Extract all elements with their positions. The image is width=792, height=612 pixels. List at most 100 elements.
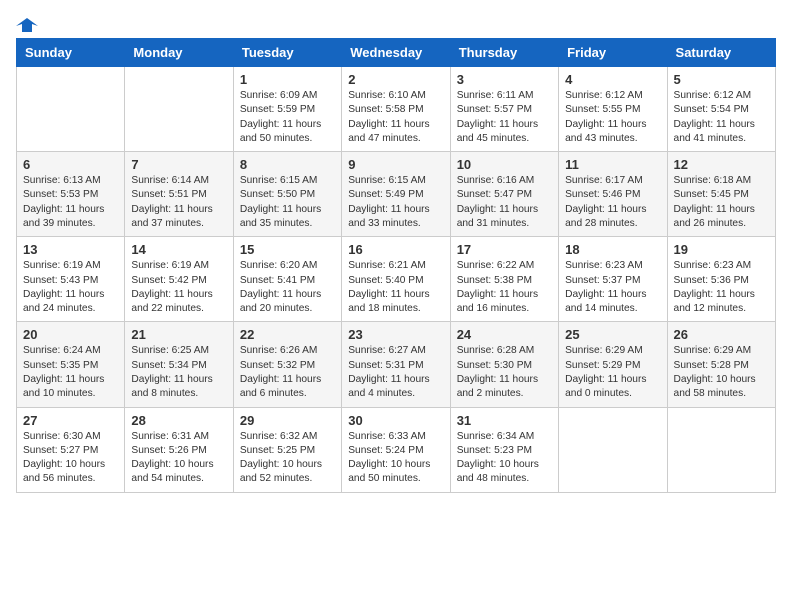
calendar-cell: 22Sunrise: 6:26 AMSunset: 5:32 PMDayligh… — [233, 322, 341, 407]
day-number: 26 — [674, 327, 769, 342]
calendar-cell: 16Sunrise: 6:21 AMSunset: 5:40 PMDayligh… — [342, 237, 450, 322]
day-info: Sunrise: 6:15 AMSunset: 5:49 PMDaylight:… — [348, 174, 443, 231]
day-number: 25 — [565, 327, 660, 342]
calendar-cell: 8Sunrise: 6:15 AMSunset: 5:50 PMDaylight… — [233, 152, 341, 237]
day-info: Sunrise: 6:29 AMSunset: 5:29 PMDaylight:… — [565, 344, 660, 401]
day-info: Sunrise: 6:33 AMSunset: 5:24 PMDaylight:… — [348, 430, 443, 487]
day-info: Sunrise: 6:16 AMSunset: 5:47 PMDaylight:… — [457, 174, 552, 231]
day-info: Sunrise: 6:29 AMSunset: 5:28 PMDaylight:… — [674, 344, 769, 401]
calendar-cell — [559, 407, 667, 492]
day-number: 12 — [674, 157, 769, 172]
day-info: Sunrise: 6:19 AMSunset: 5:43 PMDaylight:… — [23, 259, 118, 316]
calendar-cell: 7 Sunrise: 6:14 AMSunset: 5:51 PMDaylight… — [125, 152, 233, 237]
weekday-header-row: SundayMondayTuesdayWednesdayThursdayFrid… — [17, 39, 776, 67]
day-info: Sunrise: 6:25 AMSunset: 5:34 PMDaylight:… — [131, 344, 226, 401]
calendar-cell: 23 Sunrise: 6:27 AMSunset: 5:31 PMDayligh… — [342, 322, 450, 407]
day-number: 21 — [131, 327, 226, 342]
day-info: Sunrise: 6:12 AMSunset: 5:55 PMDaylight:… — [565, 89, 660, 146]
day-number: 20 — [23, 327, 118, 342]
calendar-cell: 10 Sunrise: 6:16 AMSunset: 5:47 PMDayligh… — [450, 152, 558, 237]
calendar-week-row: 27 Sunrise: 6:30 AMSunset: 5:27 PMDayligh… — [17, 407, 776, 492]
calendar-cell: 2 Sunrise: 6:10 AMSunset: 5:58 PMDaylight… — [342, 67, 450, 152]
day-info: Sunrise: 6:10 AMSunset: 5:58 PMDaylight:… — [348, 89, 443, 146]
day-info: Sunrise: 6:30 AMSunset: 5:27 PMDaylight:… — [23, 430, 118, 487]
logo — [16, 16, 38, 30]
day-number: 6 — [23, 157, 118, 172]
day-info: Sunrise: 6:34 AMSunset: 5:23 PMDaylight:… — [457, 430, 552, 487]
day-number: 15 — [240, 242, 335, 257]
day-info: Sunrise: 6:32 AMSunset: 5:25 PMDaylight:… — [240, 430, 335, 487]
day-info: Sunrise: 6:14 AMSunset: 5:51 PMDaylight:… — [131, 174, 226, 231]
calendar-cell: 1 Sunrise: 6:09 AMSunset: 5:59 PMDaylight… — [233, 67, 341, 152]
calendar-cell: 14 Sunrise: 6:19 AMSunset: 5:42 PMDayligh… — [125, 237, 233, 322]
calendar-cell: 20 Sunrise: 6:24 AMSunset: 5:35 PMDayligh… — [17, 322, 125, 407]
calendar-cell: 19 Sunrise: 6:23 AMSunset: 5:36 PMDayligh… — [667, 237, 775, 322]
day-info: Sunrise: 6:23 AMSunset: 5:36 PMDaylight:… — [674, 259, 769, 316]
day-info: Sunrise: 6:18 AMSunset: 5:45 PMDaylight:… — [674, 174, 769, 231]
day-number: 22 — [240, 327, 335, 342]
calendar-cell: 17 Sunrise: 6:22 AMSunset: 5:38 PMDayligh… — [450, 237, 558, 322]
day-info: Sunrise: 6:27 AMSunset: 5:31 PMDaylight:… — [348, 344, 443, 401]
day-number: 24 — [457, 327, 552, 342]
calendar-cell: 3 Sunrise: 6:11 AMSunset: 5:57 PMDaylight… — [450, 67, 558, 152]
calendar-week-row: 13Sunrise: 6:19 AMSunset: 5:43 PMDayligh… — [17, 237, 776, 322]
day-info: Sunrise: 6:19 AMSunset: 5:42 PMDaylight:… — [131, 259, 226, 316]
calendar-cell: 29 Sunrise: 6:32 AMSunset: 5:25 PMDayligh… — [233, 407, 341, 492]
weekday-header-saturday: Saturday — [667, 39, 775, 67]
day-info: Sunrise: 6:17 AMSunset: 5:46 PMDaylight:… — [565, 174, 660, 231]
calendar-cell: 31Sunrise: 6:34 AMSunset: 5:23 PMDayligh… — [450, 407, 558, 492]
day-number: 11 — [565, 157, 660, 172]
calendar-cell: 15 Sunrise: 6:20 AMSunset: 5:41 PMDayligh… — [233, 237, 341, 322]
day-number: 10 — [457, 157, 552, 172]
calendar-cell — [667, 407, 775, 492]
day-number: 4 — [565, 72, 660, 87]
day-number: 7 — [131, 157, 226, 172]
day-info: Sunrise: 6:09 AMSunset: 5:59 PMDaylight:… — [240, 89, 335, 146]
calendar-cell: 13Sunrise: 6:19 AMSunset: 5:43 PMDayligh… — [17, 237, 125, 322]
calendar-cell: 26 Sunrise: 6:29 AMSunset: 5:28 PMDayligh… — [667, 322, 775, 407]
day-number: 29 — [240, 413, 335, 428]
calendar-cell: 25 Sunrise: 6:29 AMSunset: 5:29 PMDayligh… — [559, 322, 667, 407]
calendar-cell: 11 Sunrise: 6:17 AMSunset: 5:46 PMDayligh… — [559, 152, 667, 237]
day-number: 5 — [674, 72, 769, 87]
calendar-table: SundayMondayTuesdayWednesdayThursdayFrid… — [16, 38, 776, 493]
page-header — [16, 16, 776, 30]
day-number: 17 — [457, 242, 552, 257]
logo-bird-icon — [16, 16, 38, 34]
day-info: Sunrise: 6:22 AMSunset: 5:38 PMDaylight:… — [457, 259, 552, 316]
weekday-header-sunday: Sunday — [17, 39, 125, 67]
weekday-header-monday: Monday — [125, 39, 233, 67]
calendar-cell: 27 Sunrise: 6:30 AMSunset: 5:27 PMDayligh… — [17, 407, 125, 492]
calendar-cell: 12 Sunrise: 6:18 AMSunset: 5:45 PMDayligh… — [667, 152, 775, 237]
day-info: Sunrise: 6:13 AMSunset: 5:53 PMDaylight:… — [23, 174, 118, 231]
calendar-cell: 9Sunrise: 6:15 AMSunset: 5:49 PMDaylight… — [342, 152, 450, 237]
calendar-cell: 5 Sunrise: 6:12 AMSunset: 5:54 PMDaylight… — [667, 67, 775, 152]
day-info: Sunrise: 6:24 AMSunset: 5:35 PMDaylight:… — [23, 344, 118, 401]
day-info: Sunrise: 6:23 AMSunset: 5:37 PMDaylight:… — [565, 259, 660, 316]
calendar-cell: 4 Sunrise: 6:12 AMSunset: 5:55 PMDaylight… — [559, 67, 667, 152]
day-info: Sunrise: 6:20 AMSunset: 5:41 PMDaylight:… — [240, 259, 335, 316]
calendar-cell: 24Sunrise: 6:28 AMSunset: 5:30 PMDayligh… — [450, 322, 558, 407]
day-number: 14 — [131, 242, 226, 257]
day-info: Sunrise: 6:11 AMSunset: 5:57 PMDaylight:… — [457, 89, 552, 146]
day-number: 2 — [348, 72, 443, 87]
day-number: 3 — [457, 72, 552, 87]
weekday-header-friday: Friday — [559, 39, 667, 67]
day-number: 27 — [23, 413, 118, 428]
calendar-cell: 21 Sunrise: 6:25 AMSunset: 5:34 PMDayligh… — [125, 322, 233, 407]
day-number: 18 — [565, 242, 660, 257]
calendar-cell — [125, 67, 233, 152]
day-number: 23 — [348, 327, 443, 342]
day-number: 8 — [240, 157, 335, 172]
calendar-cell: 28Sunrise: 6:31 AMSunset: 5:26 PMDayligh… — [125, 407, 233, 492]
calendar-cell: 30 Sunrise: 6:33 AMSunset: 5:24 PMDayligh… — [342, 407, 450, 492]
day-number: 1 — [240, 72, 335, 87]
day-number: 19 — [674, 242, 769, 257]
day-info: Sunrise: 6:12 AMSunset: 5:54 PMDaylight:… — [674, 89, 769, 146]
calendar-cell: 18 Sunrise: 6:23 AMSunset: 5:37 PMDayligh… — [559, 237, 667, 322]
weekday-header-tuesday: Tuesday — [233, 39, 341, 67]
calendar-week-row: 1 Sunrise: 6:09 AMSunset: 5:59 PMDaylight… — [17, 67, 776, 152]
day-number: 30 — [348, 413, 443, 428]
calendar-week-row: 20 Sunrise: 6:24 AMSunset: 5:35 PMDayligh… — [17, 322, 776, 407]
calendar-cell: 6 Sunrise: 6:13 AMSunset: 5:53 PMDaylight… — [17, 152, 125, 237]
